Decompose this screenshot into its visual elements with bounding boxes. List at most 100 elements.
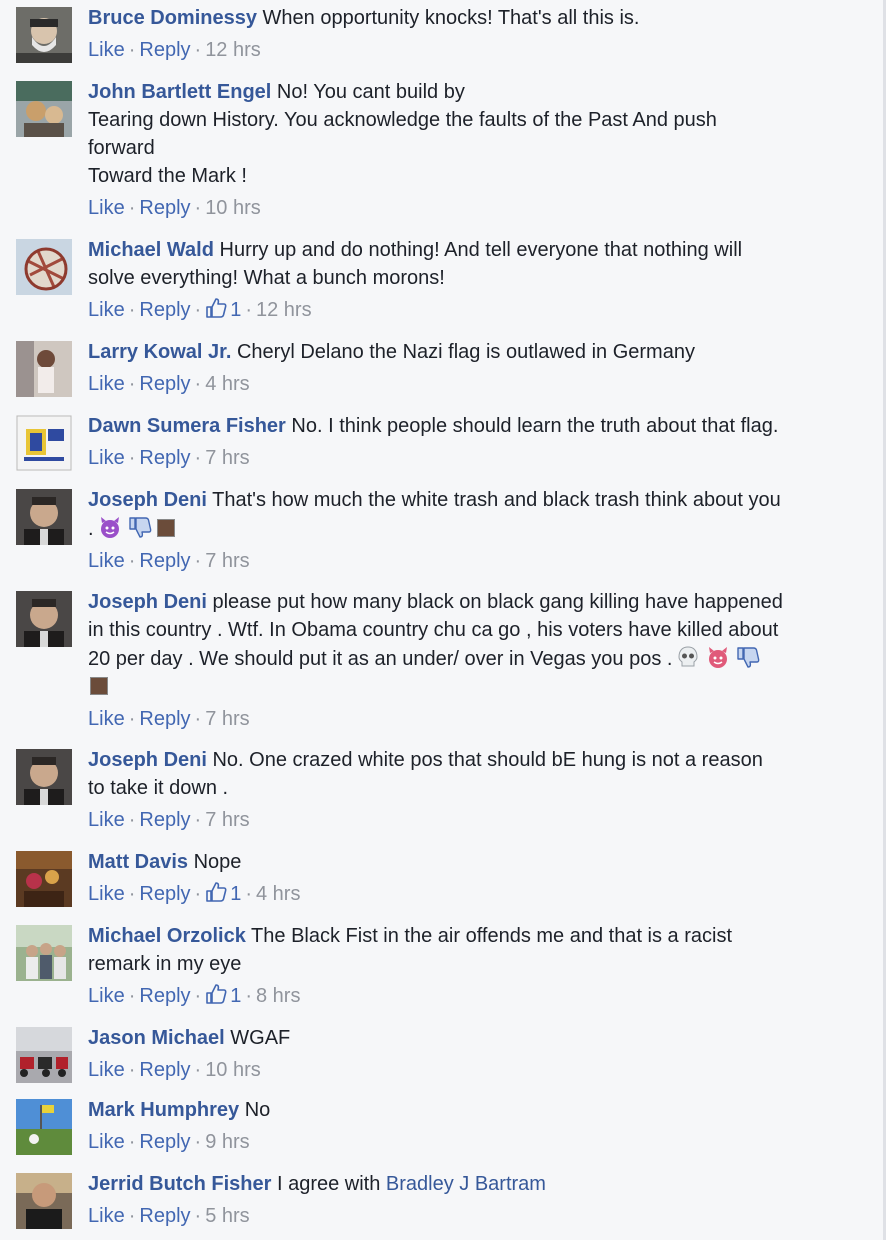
commenter-name[interactable]: Joseph Deni: [88, 591, 207, 613]
comment-text: No: [244, 1099, 271, 1121]
timestamp[interactable]: 9 hrs: [205, 1131, 249, 1153]
reply-link[interactable]: Reply: [139, 447, 190, 469]
brown-square-emoji: [156, 519, 175, 537]
skull-emoji-icon: [678, 646, 698, 667]
reply-link[interactable]: Reply: [139, 550, 190, 572]
comment-text-line: .: [88, 518, 94, 540]
commenter-name[interactable]: John Bartlett Engel: [88, 81, 271, 103]
reaction-count[interactable]: 1: [205, 882, 241, 905]
commenter-name[interactable]: Jason Michael: [88, 1027, 225, 1049]
avatar[interactable]: [16, 341, 72, 397]
comment-text: Nope: [193, 851, 242, 873]
avatar[interactable]: [16, 489, 72, 545]
avatar[interactable]: [16, 591, 72, 647]
like-link[interactable]: Like: [88, 809, 125, 831]
reply-link[interactable]: Reply: [139, 39, 190, 61]
comment-text: No. I think people should learn the trut…: [291, 415, 779, 437]
reply-link[interactable]: Reply: [139, 373, 190, 395]
reply-link[interactable]: Reply: [139, 197, 190, 219]
timestamp[interactable]: 7 hrs: [205, 809, 249, 831]
comment-text-line: 20 per day . We should put it as an unde…: [88, 648, 673, 670]
avatar[interactable]: [16, 239, 72, 295]
timestamp[interactable]: 12 hrs: [256, 299, 312, 321]
comment-text-line: The Black Fist in the air offends me and…: [251, 925, 733, 947]
timestamp[interactable]: 4 hrs: [256, 883, 300, 905]
devil-emoji-icon: [709, 647, 728, 668]
comment-text-line: No. One crazed white pos that should bE …: [212, 749, 763, 771]
avatar[interactable]: [16, 1027, 72, 1083]
thumbs-down-icon: [128, 517, 151, 538]
avatar[interactable]: [16, 1173, 72, 1229]
reply-link[interactable]: Reply: [139, 1131, 190, 1153]
comment-text-line: That's how much the white trash and blac…: [212, 489, 781, 511]
timestamp[interactable]: 8 hrs: [256, 985, 300, 1007]
reply-link[interactable]: Reply: [139, 708, 190, 730]
like-link[interactable]: Like: [88, 1205, 125, 1227]
timestamp[interactable]: 10 hrs: [205, 197, 261, 219]
comment-text: When opportunity knocks! That's all this…: [262, 7, 640, 29]
like-link[interactable]: Like: [88, 985, 125, 1007]
comment-text-line: remark in my eye: [88, 953, 242, 975]
thumbs-down-icon: [737, 647, 760, 668]
like-link[interactable]: Like: [88, 197, 125, 219]
commenter-name[interactable]: Michael Wald: [88, 239, 214, 261]
avatar[interactable]: [16, 851, 72, 907]
comment-text-line: forward: [88, 137, 155, 159]
avatar[interactable]: [16, 925, 72, 981]
thumbs-up-icon: [206, 298, 227, 318]
commenter-name[interactable]: Jerrid Butch Fisher: [88, 1173, 271, 1195]
reply-link[interactable]: Reply: [139, 1205, 190, 1227]
comment-text: WGAF: [230, 1027, 291, 1049]
like-link[interactable]: Like: [88, 1131, 125, 1153]
like-link[interactable]: Like: [88, 299, 125, 321]
avatar[interactable]: [16, 415, 72, 471]
comment-text: I agree with: [276, 1173, 381, 1195]
commenter-name[interactable]: Joseph Deni: [88, 489, 207, 511]
like-link[interactable]: Like: [88, 39, 125, 61]
reply-link[interactable]: Reply: [139, 809, 190, 831]
commenter-name[interactable]: Bruce Dominessy: [88, 7, 257, 29]
reply-link[interactable]: Reply: [139, 299, 190, 321]
timestamp[interactable]: 7 hrs: [205, 708, 249, 730]
reaction-count[interactable]: 1: [205, 298, 241, 321]
comment-text-line: in this country . Wtf. In Obama country …: [88, 619, 779, 641]
like-link[interactable]: Like: [88, 373, 125, 395]
timestamp[interactable]: 7 hrs: [205, 447, 249, 469]
timestamp[interactable]: 12 hrs: [205, 39, 261, 61]
avatar[interactable]: [16, 749, 72, 805]
commenter-name[interactable]: Mark Humphrey: [88, 1099, 239, 1121]
timestamp[interactable]: 7 hrs: [205, 550, 249, 572]
timestamp[interactable]: 5 hrs: [205, 1205, 249, 1227]
commenter-name[interactable]: Matt Davis: [88, 851, 188, 873]
comment-text-line: Tearing down History. You acknowledge th…: [88, 109, 717, 131]
reply-link[interactable]: Reply: [139, 1059, 190, 1081]
comment-text-line: please put how many black on black gang …: [212, 591, 783, 613]
comment-text-line: Toward the Mark !: [88, 165, 247, 187]
reply-link[interactable]: Reply: [139, 985, 190, 1007]
reaction-count[interactable]: 1: [205, 984, 241, 1007]
commenter-name[interactable]: Larry Kowal Jr.: [88, 341, 231, 363]
timestamp[interactable]: 4 hrs: [205, 373, 249, 395]
comment-text-line: to take it down .: [88, 777, 229, 799]
like-link[interactable]: Like: [88, 447, 125, 469]
like-link[interactable]: Like: [88, 550, 125, 572]
commenter-name[interactable]: Dawn Sumera Fisher: [88, 415, 286, 437]
like-link[interactable]: Like: [88, 883, 125, 905]
thumbs-up-icon: [206, 882, 227, 902]
comment-text-line: Hurry up and do nothing! And tell everyo…: [219, 239, 743, 261]
comment-text: Cheryl Delano the Nazi flag is outlawed …: [236, 341, 695, 363]
timestamp[interactable]: 10 hrs: [205, 1059, 261, 1081]
comment-text-line: No! You cant build by: [276, 81, 465, 103]
commenter-name[interactable]: Joseph Deni: [88, 749, 207, 771]
brown-square-emoji: [90, 677, 108, 695]
mentioned-user-link[interactable]: Bradley J Bartram: [386, 1173, 546, 1195]
like-link[interactable]: Like: [88, 1059, 125, 1081]
devil-emoji-icon: [100, 517, 119, 538]
like-link[interactable]: Like: [88, 708, 125, 730]
avatar[interactable]: [16, 81, 72, 137]
reply-link[interactable]: Reply: [139, 883, 190, 905]
avatar[interactable]: [16, 7, 72, 63]
avatar[interactable]: [16, 1099, 72, 1155]
thumbs-up-icon: [206, 984, 227, 1004]
commenter-name[interactable]: Michael Orzolick: [88, 925, 246, 947]
